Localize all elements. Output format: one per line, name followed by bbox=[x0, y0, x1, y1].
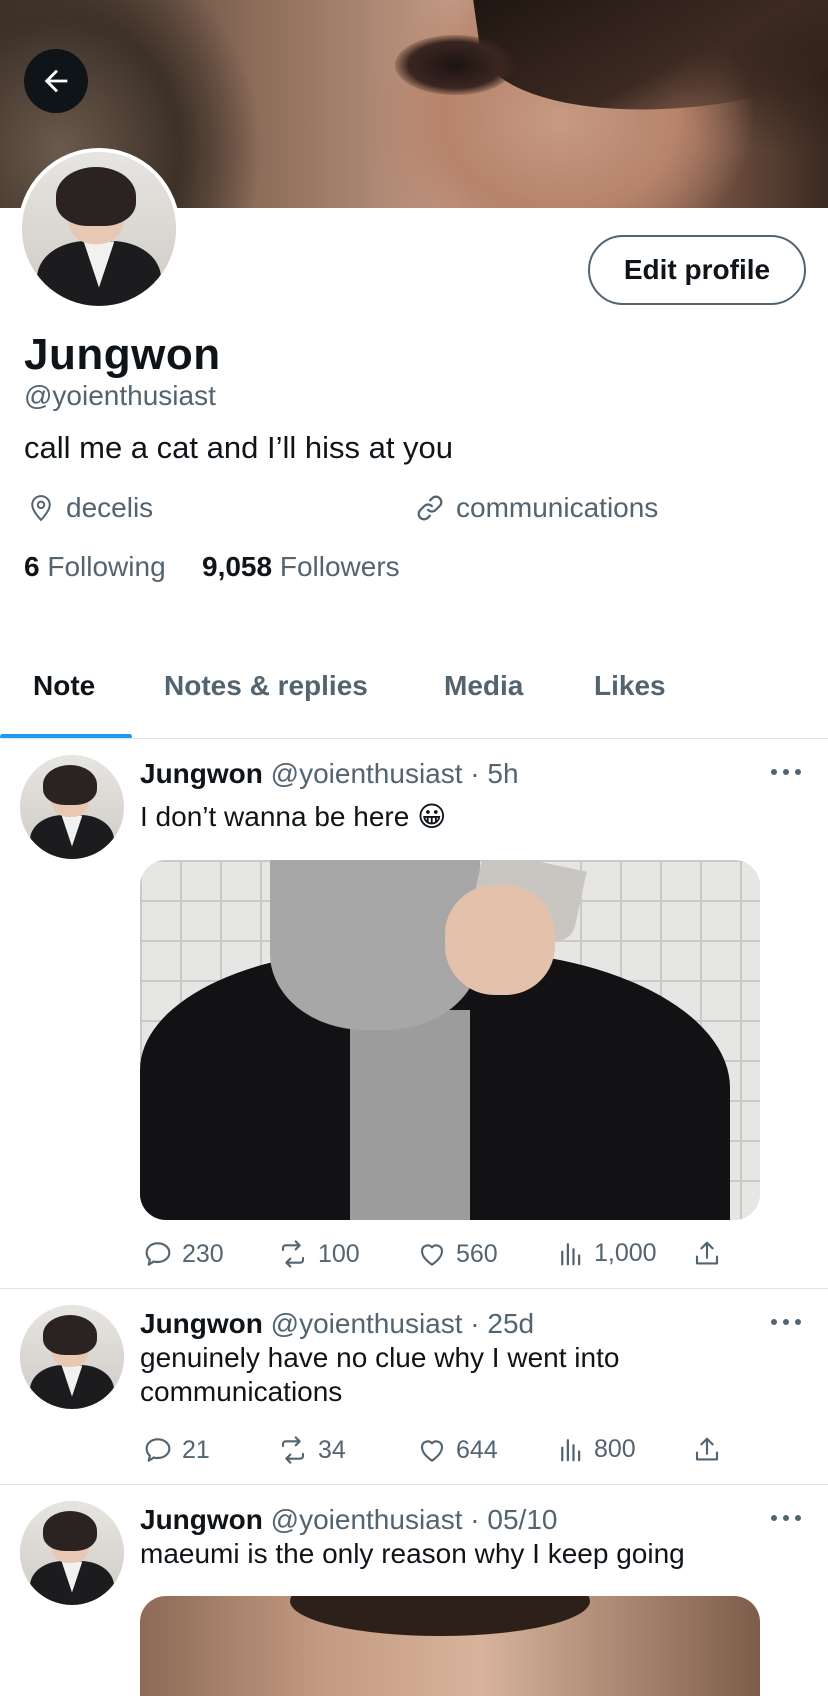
profile-avatar[interactable] bbox=[18, 148, 180, 310]
reply-icon bbox=[145, 1242, 171, 1266]
like-button[interactable]: 644 bbox=[416, 1434, 498, 1466]
profile-location: decelis bbox=[26, 492, 153, 524]
post-media-image[interactable] bbox=[140, 1596, 760, 1696]
display-name: Jungwon bbox=[24, 330, 221, 379]
post-author-name[interactable]: Jungwon bbox=[140, 1504, 263, 1535]
link-text[interactable]: communications bbox=[456, 492, 658, 524]
location-pin-icon bbox=[31, 495, 51, 522]
post-author-name[interactable]: Jungwon bbox=[140, 758, 263, 789]
followers-stat[interactable]: 9,058 Followers bbox=[202, 551, 400, 583]
post-text: maeumi is the only reason why I keep goi… bbox=[140, 1538, 685, 1569]
link-icon bbox=[417, 495, 443, 521]
post-header: Jungwon @yoienthusiast · 5h bbox=[140, 758, 519, 790]
views-count: 1,000 bbox=[594, 1238, 657, 1267]
repost-count: 100 bbox=[318, 1239, 360, 1268]
reply-button[interactable]: 21 bbox=[142, 1434, 210, 1466]
post-separator: · bbox=[470, 1504, 480, 1535]
post-separator: · bbox=[470, 758, 480, 789]
share-icon bbox=[695, 1437, 719, 1461]
followers-count: 9,058 bbox=[202, 551, 273, 582]
tab-media[interactable]: Media bbox=[444, 670, 523, 702]
post-header: Jungwon @yoienthusiast · 05/10 bbox=[140, 1504, 557, 1536]
repost-button[interactable]: 100 bbox=[276, 1238, 360, 1270]
profile-bio: call me a cat and I’ll hiss at you bbox=[24, 430, 454, 465]
like-count: 644 bbox=[456, 1435, 498, 1464]
more-options-icon[interactable] bbox=[771, 1312, 801, 1332]
post-author-handle[interactable]: @yoienthusiast bbox=[271, 1504, 463, 1535]
views-button[interactable]: 1,000 bbox=[556, 1238, 657, 1268]
post-text: genuinely have no clue why I went into c… bbox=[140, 1342, 620, 1407]
followers-label: Followers bbox=[279, 551, 400, 582]
banner-hair bbox=[471, 0, 828, 136]
reply-count: 230 bbox=[182, 1239, 224, 1268]
tab-note[interactable]: Note bbox=[33, 670, 95, 702]
profile-link[interactable]: communications bbox=[414, 492, 658, 524]
repost-icon bbox=[281, 1436, 305, 1464]
profile-handle: @yoienthusiast bbox=[24, 380, 216, 411]
like-count: 560 bbox=[456, 1239, 498, 1268]
views-button[interactable]: 800 bbox=[556, 1434, 636, 1464]
post-time[interactable]: 5h bbox=[487, 758, 518, 789]
tab-notes-replies[interactable]: Notes & replies bbox=[164, 670, 368, 702]
share-button[interactable] bbox=[692, 1238, 722, 1270]
share-icon bbox=[695, 1241, 719, 1265]
tabs-divider bbox=[0, 738, 828, 739]
edit-profile-button[interactable]: Edit profile bbox=[588, 235, 806, 305]
post-time[interactable]: 05/10 bbox=[487, 1504, 557, 1535]
more-options-icon[interactable] bbox=[771, 762, 801, 782]
post-separator: · bbox=[470, 1308, 480, 1339]
post-media-image[interactable] bbox=[140, 860, 760, 1220]
views-icon bbox=[561, 1243, 581, 1266]
post-author-name[interactable]: Jungwon bbox=[140, 1308, 263, 1339]
views-count: 800 bbox=[594, 1434, 636, 1463]
following-label: Following bbox=[47, 551, 166, 582]
post-header: Jungwon @yoienthusiast · 25d bbox=[140, 1308, 534, 1340]
post-avatar[interactable] bbox=[20, 1501, 124, 1605]
location-text: decelis bbox=[66, 492, 154, 523]
post-text: I don’t wanna be here 😀 bbox=[140, 801, 447, 832]
views-icon bbox=[561, 1439, 581, 1462]
post-avatar[interactable] bbox=[20, 755, 124, 859]
post-avatar[interactable] bbox=[20, 1305, 124, 1409]
reply-icon bbox=[145, 1438, 171, 1462]
reply-count: 21 bbox=[182, 1435, 210, 1464]
banner-eye bbox=[395, 35, 515, 95]
heart-icon bbox=[420, 1440, 444, 1462]
post-divider bbox=[0, 1484, 828, 1485]
share-button[interactable] bbox=[692, 1434, 722, 1466]
post-divider bbox=[0, 1288, 828, 1289]
arrow-left-icon bbox=[44, 69, 68, 93]
like-button[interactable]: 560 bbox=[416, 1238, 498, 1270]
post-author-handle[interactable]: @yoienthusiast bbox=[271, 1308, 463, 1339]
repost-icon bbox=[281, 1240, 305, 1268]
following-count: 6 bbox=[24, 551, 40, 582]
more-options-icon[interactable] bbox=[771, 1508, 801, 1528]
back-button[interactable] bbox=[24, 49, 88, 113]
heart-icon bbox=[420, 1244, 444, 1266]
post-author-handle[interactable]: @yoienthusiast bbox=[271, 758, 463, 789]
post-time[interactable]: 25d bbox=[487, 1308, 534, 1339]
following-stat[interactable]: 6 Following bbox=[24, 551, 166, 583]
repost-count: 34 bbox=[318, 1435, 346, 1464]
reply-button[interactable]: 230 bbox=[142, 1238, 224, 1270]
repost-button[interactable]: 34 bbox=[276, 1434, 346, 1466]
tab-likes[interactable]: Likes bbox=[594, 670, 666, 702]
